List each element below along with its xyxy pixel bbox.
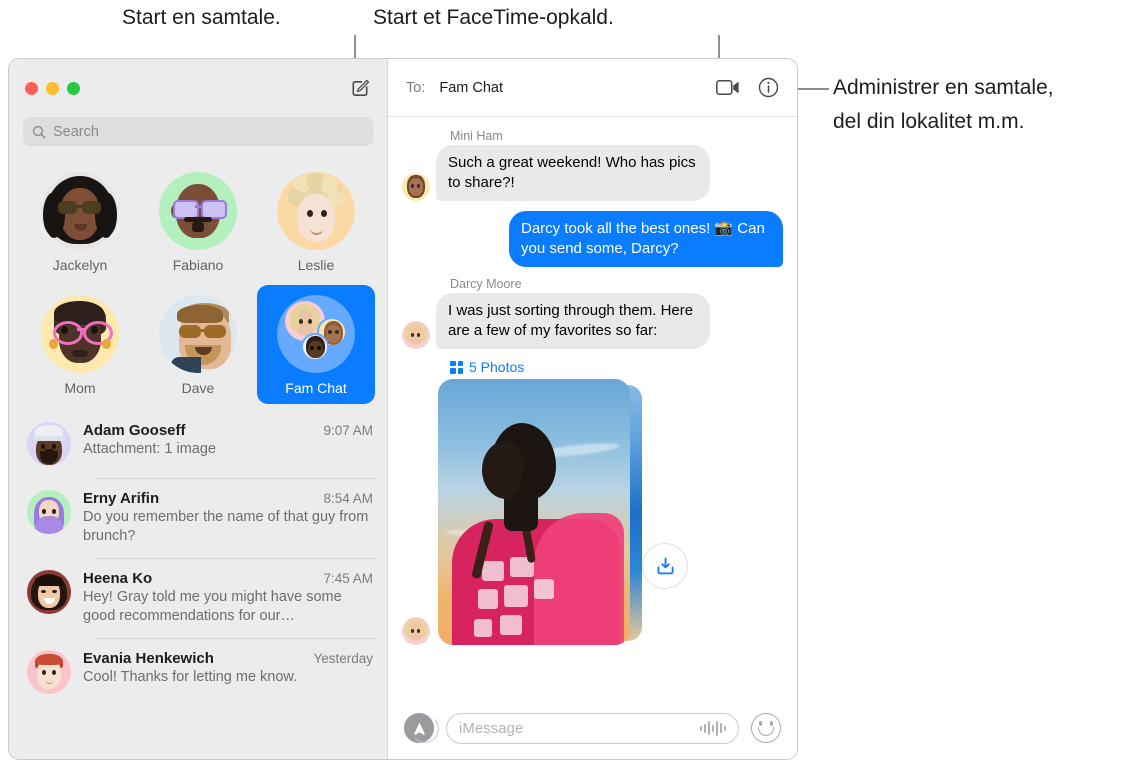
audio-waveform-icon[interactable]: [700, 720, 726, 736]
avatar: [27, 650, 71, 694]
conversation-name: Adam Gooseff: [83, 422, 186, 439]
message-list: Mini Ham Such a great weekend! Who has p…: [388, 117, 797, 697]
conversation-name: Heena Ko: [83, 570, 153, 587]
pinned-item-label: Fabiano: [172, 257, 224, 273]
search-placeholder: Search: [53, 123, 99, 140]
video-camera-icon[interactable]: [713, 75, 743, 101]
photo-stack[interactable]: [438, 379, 642, 647]
message-sender: Darcy Moore: [450, 277, 522, 291]
info-circle-icon[interactable]: [753, 75, 783, 101]
conversation-list: Adam Gooseff 9:07 AM Attachment: 1 image: [9, 410, 387, 759]
message-row: Darcy took all the best ones! 📸 Can you …: [402, 211, 788, 267]
pinned-item-fam-chat[interactable]: Fam Chat: [257, 285, 375, 404]
avatar: [27, 490, 71, 534]
message-bubble[interactable]: I was just sorting through them. Here ar…: [431, 293, 710, 349]
pinned-item-mom[interactable]: Mom: [21, 285, 139, 404]
to-label: To:: [406, 79, 426, 96]
photo-attachment-row: [402, 379, 783, 647]
conversation-row-heena-ko[interactable]: Heena Ko 7:45 AM Hey! Gray told me you m…: [9, 558, 387, 638]
sidebar: Search Jackelyn Fabiano Leslie Mom Dave …: [9, 59, 388, 759]
pinned-grid: Jackelyn Fabiano Leslie Mom Dave Fam Cha…: [9, 158, 387, 410]
conversation-row-adam-gooseff[interactable]: Adam Gooseff 9:07 AM Attachment: 1 image: [9, 410, 387, 478]
message-input-placeholder: iMessage: [459, 719, 524, 737]
avatar: [159, 172, 237, 250]
avatar: [402, 173, 430, 201]
conversation-body: Evania Henkewich Yesterday Cool! Thanks …: [83, 650, 373, 694]
sidebar-toolbar: [9, 59, 387, 117]
message-bubble[interactable]: Such a great weekend! Who has pics to sh…: [431, 145, 710, 201]
conversation-time: 7:45 AM: [323, 571, 373, 586]
message-row: I was just sorting through them. Here ar…: [402, 293, 783, 349]
callout-facetime: Start et FaceTime-opkald.: [373, 6, 614, 29]
smiley-face-icon[interactable]: [751, 713, 781, 743]
conversation-time: Yesterday: [313, 651, 373, 666]
screenshot-root: Start en samtale. Start et FaceTime-opka…: [0, 0, 1146, 766]
avatar: [277, 172, 355, 250]
avatar: [159, 295, 237, 373]
pinned-item-label: Jackelyn: [52, 257, 108, 273]
search-container: Search: [9, 117, 387, 158]
pinned-item-jackelyn[interactable]: Jackelyn: [21, 162, 139, 281]
conversation-pane: To: Fam Chat Mini Ham Such a great weeke…: [388, 59, 797, 759]
pinned-item-leslie[interactable]: Leslie: [257, 162, 375, 281]
pinned-item-label: Fam Chat: [285, 380, 347, 396]
save-download-icon[interactable]: [642, 543, 688, 589]
conversation-time: 8:54 AM: [323, 491, 373, 506]
conversation-name: Erny Arifin: [83, 490, 160, 507]
pinned-item-dave[interactable]: Dave: [139, 285, 257, 404]
avatar: [402, 617, 430, 645]
search-icon: [32, 125, 46, 138]
conversation-preview: Hey! Gray told me you might have some go…: [83, 589, 342, 624]
conversation-name: Evania Henkewich: [83, 650, 214, 667]
conversation-preview: Attachment: 1 image: [83, 441, 216, 457]
conversation-body: Adam Gooseff 9:07 AM Attachment: 1 image: [83, 422, 373, 466]
minimize-button[interactable]: [46, 81, 59, 95]
photo-thumbnail-front: [438, 379, 630, 645]
pinned-item-label: Dave: [181, 380, 215, 396]
messages-window: Search Jackelyn Fabiano Leslie Mom Dave …: [8, 58, 798, 760]
photo-attachment-label[interactable]: 5 Photos: [450, 359, 783, 375]
message-composer: iMessage: [388, 697, 797, 759]
avatar: [27, 422, 71, 466]
message-row: Such a great weekend! Who has pics to sh…: [402, 145, 783, 201]
app-store-icon[interactable]: [404, 713, 439, 743]
callout-details-line2: del din lokalitet m.m.: [833, 110, 1025, 133]
photo-count-label: 5 Photos: [469, 359, 525, 375]
conversation-body: Erny Arifin 8:54 AM Do you remember the …: [83, 490, 373, 546]
conversation-time: 9:07 AM: [323, 423, 373, 438]
avatar: [27, 570, 71, 614]
recipient-field[interactable]: Fam Chat: [439, 80, 503, 96]
pinned-item-label: Mom: [64, 380, 96, 396]
conversation-preview: Do you remember the name of that guy fro…: [83, 509, 369, 544]
avatar: [41, 295, 119, 373]
compose-icon[interactable]: [347, 75, 373, 101]
zoom-button[interactable]: [67, 81, 80, 95]
pinned-item-label: Leslie: [297, 257, 335, 273]
search-input[interactable]: Search: [23, 117, 373, 146]
grid-icon: [450, 360, 463, 374]
conversation-preview: Cool! Thanks for letting me know.: [83, 669, 298, 685]
message-bubble[interactable]: Darcy took all the best ones! 📸 Can you …: [509, 211, 788, 267]
conversation-row-evania-henkewich[interactable]: Evania Henkewich Yesterday Cool! Thanks …: [9, 638, 387, 706]
callout-details-line1: Administrer en samtale,: [833, 76, 1054, 99]
message-input[interactable]: iMessage: [446, 712, 739, 744]
callout-compose: Start en samtale.: [122, 6, 281, 29]
conversation-row-erny-arifin[interactable]: Erny Arifin 8:54 AM Do you remember the …: [9, 478, 387, 558]
avatar-group: [277, 295, 355, 373]
avatar: [41, 172, 119, 250]
conversation-toolbar: To: Fam Chat: [388, 59, 797, 117]
window-controls: [25, 81, 80, 95]
message-sender: Mini Ham: [450, 129, 503, 143]
pinned-item-fabiano[interactable]: Fabiano: [139, 162, 257, 281]
avatar: [402, 321, 430, 349]
conversation-body: Heena Ko 7:45 AM Hey! Gray told me you m…: [83, 570, 373, 626]
close-button[interactable]: [25, 81, 38, 95]
